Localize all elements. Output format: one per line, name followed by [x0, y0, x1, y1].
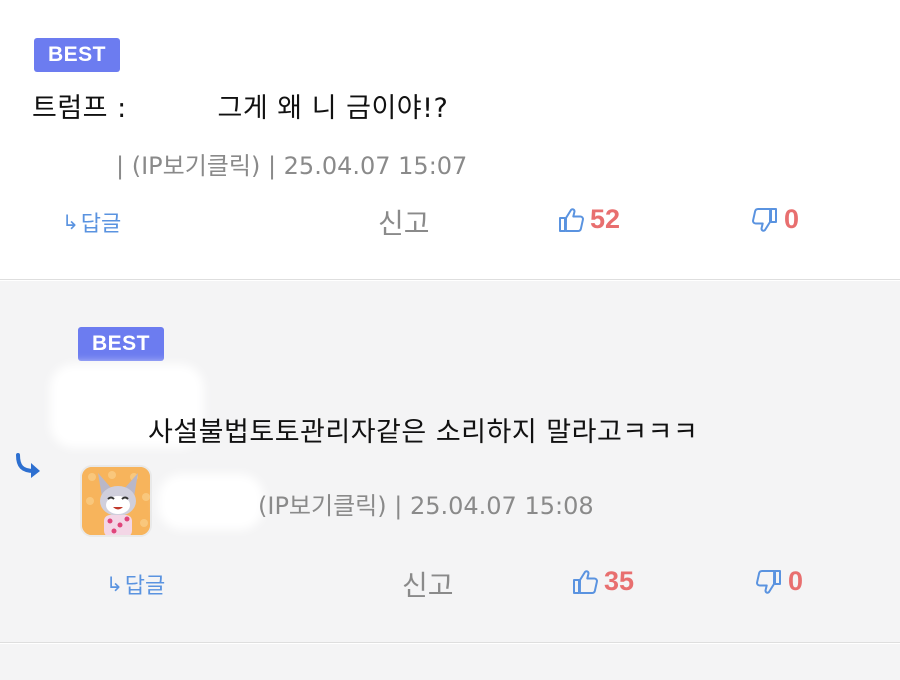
reply-arrow-icon: ↳	[62, 210, 79, 234]
comment-meta[interactable]: (IP보기클릭) | 25.04.07 15:08	[258, 486, 594, 521]
reply-label: 답글	[124, 574, 166, 599]
reply-button[interactable]: ↳ 답글	[106, 568, 165, 600]
report-button[interactable]: 신고	[378, 202, 430, 242]
thumbs-down-icon	[756, 569, 781, 594]
comment-text: 사설불법토토관리자같은 소리하지 말라고ㅋㅋㅋ	[148, 417, 699, 448]
reply-arrow-icon: ↳	[106, 572, 123, 596]
redacted-nickname	[50, 150, 112, 176]
cat-avatar-icon	[82, 467, 150, 535]
redacted-nickname	[166, 482, 256, 522]
dislike-count: 0	[784, 204, 800, 234]
like-button[interactable]: 52	[556, 204, 620, 235]
thumbs-up-icon	[559, 207, 584, 232]
reply-label: 답글	[80, 212, 122, 237]
curved-reply-arrow-icon	[16, 453, 40, 478]
best-badge: BEST	[34, 38, 121, 72]
like-count: 35	[604, 566, 635, 596]
thumbs-down-icon	[752, 207, 777, 232]
report-button[interactable]: 신고	[402, 564, 454, 604]
comment-text: 트럼프 : 그게 왜 니 금이야!?	[32, 93, 449, 124]
reply-button[interactable]: ↳ 답글	[62, 206, 121, 238]
dislike-count: 0	[788, 566, 804, 596]
comment-actions: ↳ 답글 신고 35 0	[0, 564, 900, 604]
next-comment-area	[0, 644, 900, 680]
like-count: 52	[590, 204, 621, 234]
comment-meta[interactable]: | (IP보기클릭) | 25.04.07 15:07	[116, 146, 467, 181]
best-badge: BEST	[78, 327, 165, 361]
thumbs-up-icon	[573, 569, 598, 594]
dislike-button[interactable]: 0	[754, 566, 803, 597]
like-button[interactable]: 35	[570, 566, 634, 597]
avatar[interactable]	[80, 465, 152, 537]
comment-1: BEST 트럼프 : 그게 왜 니 금이야!? | (IP보기클릭) | 25.…	[0, 0, 900, 280]
comment-actions: ↳ 답글 신고 52 0	[0, 202, 900, 242]
dislike-button[interactable]: 0	[750, 204, 799, 235]
